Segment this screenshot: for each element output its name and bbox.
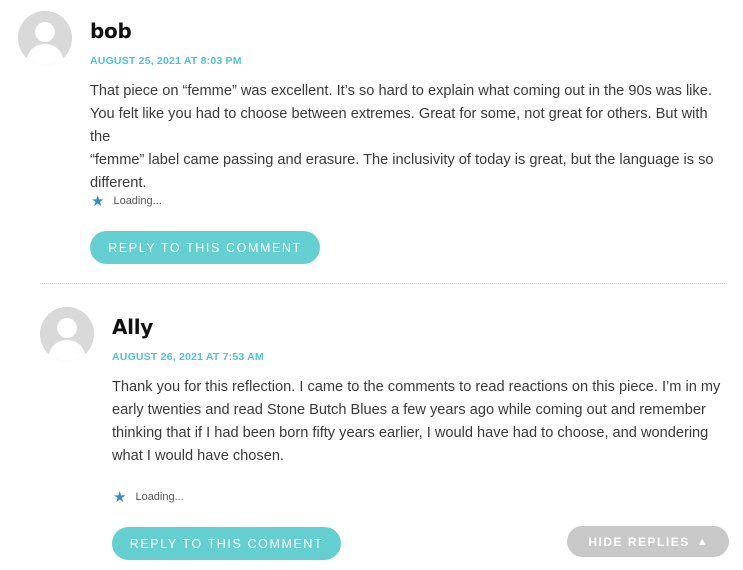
default-avatar-icon <box>18 11 72 65</box>
avatar[interactable] <box>18 11 72 65</box>
avatar[interactable] <box>40 307 94 361</box>
like-widget[interactable]: ★ Loading... <box>91 193 162 209</box>
comment-body: Thank you for this reflection. I came to… <box>112 376 732 468</box>
comment-divider <box>40 283 725 284</box>
comment-date[interactable]: AUGUST 26, 2021 AT 7:53 AM <box>112 351 264 363</box>
comment-line: That piece on “femme” was excellent. It’… <box>90 83 712 99</box>
comment-line: “femme” label came passing and erasure. … <box>90 152 714 168</box>
reply-button[interactable]: REPLY TO THIS COMMENT <box>112 527 341 560</box>
like-loading-text: Loading... <box>113 195 162 207</box>
comment-line: Thank you for this reflection. I came to… <box>112 379 721 395</box>
comment-author[interactable]: Ally <box>112 315 153 339</box>
comment-date[interactable]: AUGUST 25, 2021 AT 8:03 PM <box>90 55 242 67</box>
comment-author[interactable]: bob <box>90 19 132 43</box>
default-avatar-icon <box>40 307 94 361</box>
comment-line: thinking that if I had been born fifty y… <box>112 425 709 441</box>
like-widget[interactable]: ★ Loading... <box>113 489 184 505</box>
hide-replies-button[interactable]: HIDE REPLIES ▲ <box>567 526 729 557</box>
hide-replies-label: HIDE REPLIES <box>588 534 690 549</box>
star-icon[interactable]: ★ <box>91 193 104 209</box>
caret-up-icon: ▲ <box>696 535 708 548</box>
comment-line: different. <box>90 175 147 191</box>
like-loading-text: Loading... <box>135 491 184 503</box>
star-icon[interactable]: ★ <box>113 489 126 505</box>
comment-line: You felt like you had to choose between … <box>90 106 708 145</box>
comment-body: That piece on “femme” was excellent. It’… <box>90 80 730 195</box>
comment-line: what I would have chosen. <box>112 448 284 464</box>
comment-line: early twenties and read Stone Butch Blue… <box>112 402 706 418</box>
reply-button[interactable]: REPLY TO THIS COMMENT <box>90 231 320 264</box>
